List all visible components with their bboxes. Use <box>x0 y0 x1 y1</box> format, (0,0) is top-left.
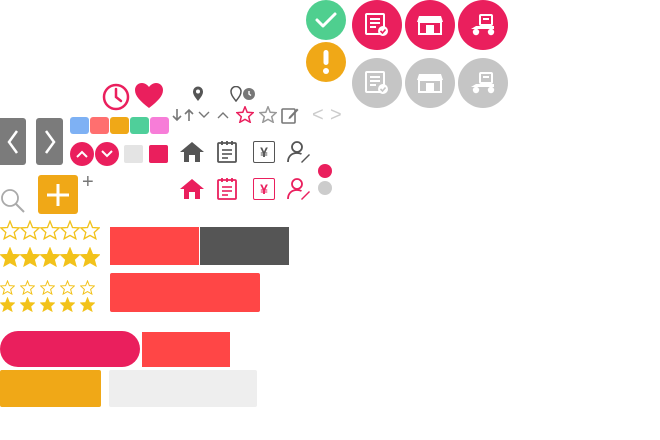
edit-icon[interactable] <box>281 106 299 124</box>
star-filled-icon[interactable] <box>0 297 15 312</box>
swatch-red[interactable] <box>90 117 109 134</box>
rating-filled-small[interactable] <box>0 297 95 312</box>
chevron-right-icon <box>43 129 57 155</box>
store-icon <box>415 70 445 96</box>
search-icon[interactable] <box>0 188 26 214</box>
star-filled-icon[interactable] <box>60 247 80 267</box>
swatch-pink[interactable] <box>150 117 169 134</box>
dot-inactive[interactable] <box>318 181 332 195</box>
star-filled-icon[interactable] <box>40 247 60 267</box>
plus-icon <box>45 182 71 208</box>
store-icon <box>415 12 445 38</box>
store-status-inactive[interactable] <box>405 58 455 108</box>
disabled-button[interactable] <box>109 370 257 407</box>
notebook-icon-active[interactable] <box>216 177 238 201</box>
check-icon <box>314 10 338 30</box>
star-filled-icon[interactable] <box>60 297 75 312</box>
star-filled-icon[interactable] <box>0 247 20 267</box>
swatch-amber[interactable] <box>110 117 129 134</box>
star-filled-icon[interactable] <box>80 247 100 267</box>
next-button[interactable] <box>36 118 63 165</box>
rating-outline-large[interactable] <box>0 220 100 240</box>
star-outline-icon[interactable] <box>40 280 55 295</box>
arrow-right-light[interactable]: > <box>330 105 342 125</box>
list-check-icon <box>363 11 391 39</box>
delivery-status-active[interactable] <box>458 0 508 50</box>
star-outline-icon[interactable] <box>60 280 75 295</box>
wide-primary-button[interactable] <box>110 273 260 312</box>
collapse-button[interactable] <box>70 142 94 166</box>
exclamation-icon <box>321 49 331 75</box>
amber-button[interactable] <box>0 370 101 407</box>
sort-up-icon[interactable] <box>184 108 194 122</box>
clock-icon[interactable] <box>102 83 130 111</box>
dot-active[interactable] <box>318 164 332 178</box>
scooter-icon <box>468 12 498 38</box>
heart-icon[interactable] <box>134 82 164 110</box>
swatch-green[interactable] <box>130 117 149 134</box>
home-icon-active[interactable] <box>178 177 206 201</box>
warning-indicator <box>306 42 346 82</box>
star-outline-icon[interactable] <box>0 280 15 295</box>
color-swatches <box>70 117 169 134</box>
secondary-button[interactable] <box>200 227 289 265</box>
star-filled-icon[interactable] <box>20 297 35 312</box>
chevron-left-icon <box>6 129 20 155</box>
orders-status-active[interactable] <box>352 0 402 50</box>
add-button[interactable] <box>38 175 78 214</box>
star-outline-red-icon[interactable] <box>236 106 254 123</box>
delivery-status-inactive[interactable] <box>458 58 508 108</box>
star-filled-icon[interactable] <box>80 297 95 312</box>
star-outline-icon[interactable] <box>80 220 100 240</box>
rating-outline-small[interactable] <box>0 280 95 295</box>
star-outline-icon[interactable] <box>60 220 80 240</box>
swatch-blue[interactable] <box>70 117 89 134</box>
star-filled-icon[interactable] <box>20 247 40 267</box>
star-filled-icon[interactable] <box>40 297 55 312</box>
home-icon[interactable] <box>178 140 206 164</box>
pill-button[interactable] <box>0 331 140 367</box>
chevron-down-icon <box>100 149 114 159</box>
scooter-icon <box>468 70 498 96</box>
orders-status-inactive[interactable] <box>352 58 402 108</box>
prev-button[interactable] <box>0 118 26 165</box>
checkbox-unchecked[interactable] <box>124 145 143 163</box>
location-time-icon <box>230 86 258 102</box>
check-indicator <box>306 0 346 40</box>
star-outline-icon[interactable] <box>20 280 35 295</box>
list-check-icon <box>363 69 391 97</box>
plus-small-icon[interactable]: + <box>82 172 94 192</box>
location-pin-icon <box>192 86 204 102</box>
chevron-up-icon <box>75 149 89 159</box>
rating-filled-large[interactable] <box>0 247 100 267</box>
star-outline-icon[interactable] <box>40 220 60 240</box>
star-outline-gray-icon[interactable] <box>259 106 277 123</box>
yen-icon-active[interactable]: ¥ <box>253 178 275 200</box>
primary-button[interactable] <box>110 227 199 265</box>
notebook-icon[interactable] <box>216 140 238 164</box>
checkbox-checked[interactable] <box>149 145 168 163</box>
star-outline-icon[interactable] <box>20 220 40 240</box>
expand-button[interactable] <box>95 142 119 166</box>
arrow-left-light[interactable]: < <box>312 105 324 125</box>
sort-down-icon[interactable] <box>172 108 182 122</box>
star-outline-icon[interactable] <box>0 220 20 240</box>
red-button[interactable] <box>142 332 230 367</box>
user-edit-icon-active[interactable] <box>287 177 311 201</box>
chevron-down-icon[interactable] <box>197 110 211 120</box>
store-status-active[interactable] <box>405 0 455 50</box>
user-edit-icon[interactable] <box>287 140 311 164</box>
star-outline-icon[interactable] <box>80 280 95 295</box>
yen-icon[interactable]: ¥ <box>253 141 275 163</box>
chevron-up-icon[interactable] <box>216 110 230 120</box>
